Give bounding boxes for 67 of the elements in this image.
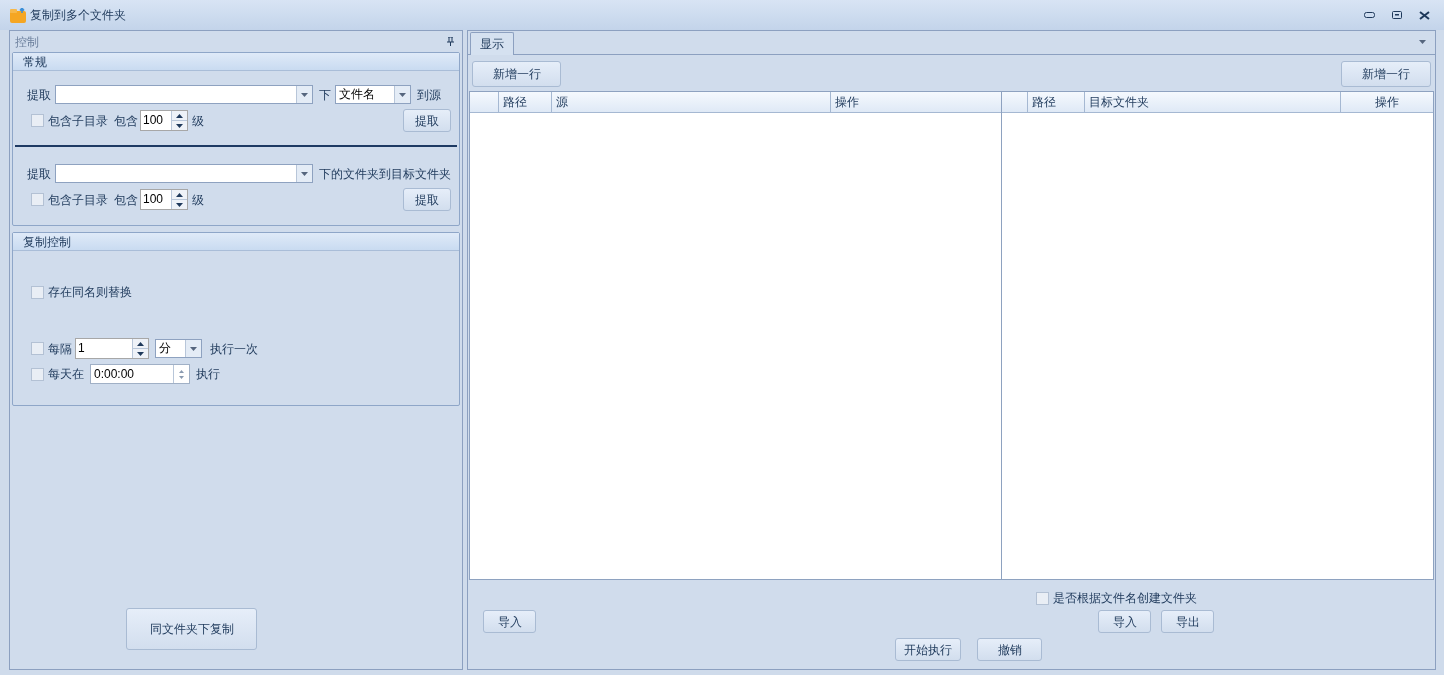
panel-title: 控制	[15, 33, 39, 51]
caret-icon	[399, 92, 406, 97]
field-label: 包含	[114, 192, 138, 207]
column-header[interactable]: 路径	[499, 92, 552, 112]
column-header[interactable]: 操作	[1341, 92, 1433, 112]
field-label: 级	[192, 192, 204, 207]
button[interactable]: 提取	[403, 109, 451, 132]
group-header: 复制控制	[13, 233, 459, 251]
caret-icon	[190, 346, 197, 351]
checkbox-label: 每隔	[48, 341, 72, 356]
button[interactable]: 导入	[483, 610, 536, 633]
number-field[interactable]: 100	[140, 189, 188, 210]
checkbox-label: 存在同名则替换	[48, 285, 132, 299]
checkbox[interactable]	[31, 367, 44, 381]
checkbox-label: 是否根据文件名创建文件夹	[1053, 591, 1197, 605]
dropdown[interactable]	[55, 85, 313, 104]
field-label: 下	[319, 87, 331, 102]
window-title: 复制到多个文件夹	[30, 7, 126, 24]
pin-icon[interactable]	[447, 37, 454, 46]
checkbox[interactable]	[1036, 591, 1049, 605]
field-label: 提取	[27, 86, 51, 104]
column-header[interactable]: 目标文件夹	[1085, 92, 1341, 112]
field-label: 提取	[27, 165, 51, 183]
checkbox-label: 包含子目录	[48, 192, 108, 207]
dropdown[interactable]	[55, 164, 313, 183]
field-label: 到源	[417, 87, 441, 102]
checkbox-label: 每天在	[48, 367, 84, 381]
folder-icon	[10, 7, 26, 23]
button[interactable]: 同文件夹下复制	[126, 608, 257, 650]
spin-down-icon[interactable]	[137, 351, 144, 356]
group-header: 常规	[13, 53, 459, 71]
spin-up-icon[interactable]	[176, 192, 183, 197]
column-header[interactable]: 操作	[831, 92, 1001, 112]
button[interactable]: 导出	[1161, 610, 1214, 633]
checkbox[interactable]	[31, 285, 44, 299]
minimize-icon[interactable]	[1364, 12, 1375, 18]
number-field[interactable]: 100	[140, 110, 188, 131]
field-label: 下的文件夹到目标文件夹	[319, 166, 451, 181]
column-header[interactable]: 源	[552, 92, 831, 112]
close-icon[interactable]	[1419, 10, 1430, 20]
button[interactable]: 新增一行	[1341, 61, 1431, 87]
button[interactable]: 导入	[1098, 610, 1151, 633]
maximize-icon[interactable]	[1392, 11, 1402, 19]
checkbox[interactable]	[31, 114, 44, 127]
button[interactable]: 撤销	[977, 638, 1042, 661]
button[interactable]: 新增一行	[472, 61, 561, 87]
spin-down-icon[interactable]	[176, 123, 183, 128]
field-label: 级	[192, 113, 204, 128]
checkbox-label: 包含子目录	[48, 113, 108, 128]
checkbox[interactable]	[31, 193, 44, 206]
tab[interactable]: 显示	[470, 32, 514, 55]
dropdown[interactable]: 文件名	[335, 85, 411, 104]
caret-icon	[301, 92, 308, 97]
dropdown-arrow-icon[interactable]	[1419, 40, 1426, 44]
spin-up-icon[interactable]	[137, 341, 144, 346]
checkbox[interactable]	[31, 342, 44, 355]
field-label: 包含	[114, 113, 138, 128]
spin-up-icon[interactable]	[176, 113, 183, 118]
caret-icon	[301, 171, 308, 176]
field-label: 执行	[196, 367, 220, 381]
column-header[interactable]: 路径	[1028, 92, 1085, 112]
field-label: 执行一次	[210, 341, 258, 356]
number-field[interactable]: 1	[75, 338, 149, 359]
button[interactable]: 提取	[403, 188, 451, 211]
spin-down-icon[interactable]	[176, 202, 183, 207]
button[interactable]: 开始执行	[895, 638, 961, 661]
dropdown[interactable]: 分	[155, 339, 202, 358]
